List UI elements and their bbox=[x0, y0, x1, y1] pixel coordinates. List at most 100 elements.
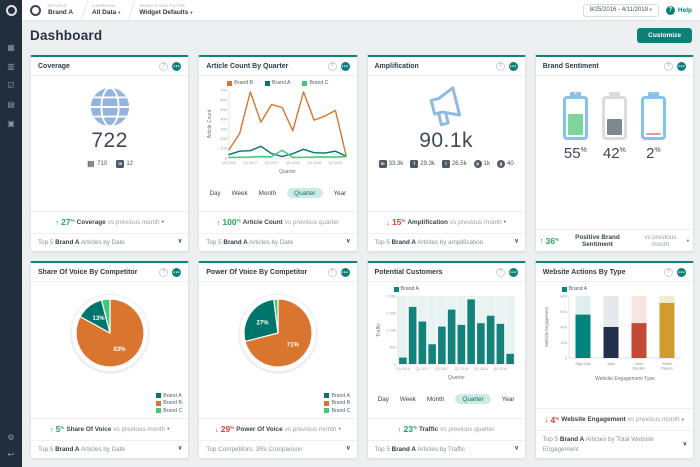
widget-help-icon[interactable]: ? bbox=[664, 62, 673, 71]
widget-power-of-voice: Power Of Voice By Competitor ? ●●● 71%27… bbox=[198, 261, 357, 459]
power-of-voice-footer-link[interactable]: Top Competitors: 3Rs Comparison ∨ bbox=[199, 440, 356, 458]
app-logo-icon bbox=[6, 5, 17, 16]
tab-quarter[interactable]: Quarter bbox=[287, 188, 322, 198]
traffic-trend: ↑ 23% Traffic vs previous quarter bbox=[368, 418, 525, 440]
widget-menu-icon[interactable]: ●●● bbox=[509, 62, 518, 71]
chevron-down-icon[interactable]: ▾ bbox=[687, 238, 689, 244]
coverage-total: 722 bbox=[91, 129, 128, 153]
media-icon[interactable]: ▣ bbox=[7, 120, 15, 128]
tab-day[interactable]: Day bbox=[378, 396, 389, 403]
widget-coverage: Coverage ? ●●● 722 ▤710 in12 bbox=[30, 55, 189, 252]
settings-icon[interactable]: ⚙ bbox=[7, 433, 14, 442]
widget-help-icon[interactable]: ? bbox=[664, 268, 673, 277]
svg-text:Studies: Studies bbox=[633, 367, 646, 371]
chevron-down-icon[interactable]: ▾ bbox=[338, 426, 340, 432]
chart-legend: Brand B Brand A Brand C bbox=[227, 76, 328, 86]
svg-text:1.00k: 1.00k bbox=[386, 327, 396, 332]
tab-week[interactable]: Week bbox=[232, 190, 248, 197]
megaphone-icon bbox=[420, 83, 472, 129]
svg-text:Article Count: Article Count bbox=[207, 109, 213, 138]
coverage-footer-link[interactable]: Top 5 Brand A Articles by Date ∨ bbox=[31, 233, 188, 251]
logout-icon[interactable]: ↩ bbox=[7, 450, 14, 459]
sidebar: ▦ ▥ ☑ ▤ ▣ ⚙ ↩ bbox=[0, 0, 22, 467]
linkedin-icon: in bbox=[116, 160, 124, 168]
tab-day[interactable]: Day bbox=[209, 190, 220, 197]
widget-title: Share Of Voice By Competitor bbox=[38, 269, 155, 276]
tab-year[interactable]: Year bbox=[334, 190, 347, 197]
chevron-down-icon[interactable]: ▾ bbox=[682, 417, 684, 423]
help-icon: ? bbox=[666, 6, 675, 15]
chart-legend: Brand A bbox=[368, 282, 419, 292]
tab-quarter[interactable]: Quarter bbox=[455, 394, 490, 404]
widget-help-icon[interactable]: ? bbox=[328, 62, 337, 71]
expand-icon[interactable]: ∨ bbox=[346, 445, 350, 454]
svg-text:500: 500 bbox=[389, 344, 396, 349]
customize-button[interactable]: Customize bbox=[637, 28, 692, 43]
trend-arrow-icon: ↑ bbox=[55, 218, 59, 227]
divider bbox=[124, 0, 136, 21]
profile-selector[interactable]: PROFILE Brand A bbox=[48, 4, 73, 17]
share-of-voice-footer-link[interactable]: Top 5 Brand A Articles by Date ∨ bbox=[31, 440, 188, 458]
expand-icon[interactable]: ∨ bbox=[346, 238, 350, 247]
linkedin-count: in12 bbox=[116, 160, 133, 168]
widget-help-icon[interactable]: ? bbox=[496, 62, 505, 71]
svg-text:200: 200 bbox=[221, 136, 228, 141]
svg-text:400: 400 bbox=[221, 117, 228, 122]
article-count-footer-link[interactable]: Top 5 Brand A Articles by Date ∨ bbox=[199, 233, 356, 251]
trend-arrow-icon: ↑ bbox=[540, 236, 544, 245]
filter-selector[interactable]: SEARCH AND FILTER Widget Defaults ▾ bbox=[139, 4, 192, 17]
svg-text:300: 300 bbox=[221, 126, 228, 131]
amplification-footer-link[interactable]: Top 5 Brand A Articles by amplification … bbox=[368, 233, 525, 251]
share-of-voice-pie-chart: 83%13% bbox=[67, 290, 153, 376]
svg-text:2.00k: 2.00k bbox=[386, 293, 396, 298]
chevron-down-icon[interactable]: ▾ bbox=[167, 426, 169, 432]
expand-icon[interactable]: ∨ bbox=[514, 445, 518, 454]
widget-menu-icon[interactable]: ●●● bbox=[341, 268, 350, 277]
profile-value: Brand A bbox=[48, 9, 73, 17]
chevron-down-icon: ▾ bbox=[118, 10, 120, 15]
chevron-down-icon[interactable]: ▾ bbox=[504, 219, 506, 225]
positive-sentiment-battery: + 55% bbox=[563, 92, 588, 162]
tab-year[interactable]: Year bbox=[502, 396, 515, 403]
widget-menu-icon[interactable]: ●●● bbox=[677, 268, 686, 277]
dashboards-icon[interactable]: ▥ bbox=[7, 63, 15, 71]
widget-menu-icon[interactable]: ●●● bbox=[677, 62, 686, 71]
campaign-selector[interactable]: CAMPAIGN All Data ▾ bbox=[92, 4, 120, 17]
facebook-count: f29.3k bbox=[410, 160, 435, 168]
linkedin-icon: in bbox=[379, 160, 387, 168]
widget-help-icon[interactable]: ? bbox=[328, 268, 337, 277]
tab-month[interactable]: Month bbox=[259, 190, 277, 197]
expand-icon[interactable]: ∨ bbox=[178, 445, 182, 454]
tab-month[interactable]: Month bbox=[427, 396, 445, 403]
apps-icon[interactable]: ▦ bbox=[7, 44, 15, 52]
widget-menu-icon[interactable]: ●●● bbox=[341, 62, 350, 71]
power-of-voice-pie-chart: 71%27% bbox=[235, 290, 321, 376]
trend-arrow-icon: ↑ bbox=[217, 218, 221, 227]
facebook-icon: f bbox=[410, 160, 418, 168]
power-of-voice-trend: ↓ 29% Power Of Voice vs previous month ▾ bbox=[199, 418, 356, 440]
date-range-picker[interactable]: 8/25/2016 - 4/11/2019 ▾ bbox=[583, 4, 659, 17]
widget-help-icon[interactable]: ? bbox=[159, 62, 168, 71]
widget-menu-icon[interactable]: ●●● bbox=[172, 268, 181, 277]
svg-text:Case: Case bbox=[634, 362, 643, 366]
expand-icon[interactable]: ∨ bbox=[178, 238, 182, 247]
svg-text:600: 600 bbox=[560, 309, 567, 314]
expand-icon[interactable]: ∨ bbox=[514, 238, 518, 247]
svg-text:Q1 2019: Q1 2019 bbox=[493, 367, 507, 371]
svg-text:Q1 2017: Q1 2017 bbox=[415, 367, 429, 371]
widget-menu-icon[interactable]: ●●● bbox=[509, 268, 518, 277]
widget-title: Website Actions By Type bbox=[543, 269, 660, 276]
profile-avatar[interactable] bbox=[30, 5, 41, 16]
tab-week[interactable]: Week bbox=[400, 396, 416, 403]
expand-icon[interactable]: ∨ bbox=[683, 440, 687, 449]
widget-menu-icon[interactable]: ●●● bbox=[172, 62, 181, 71]
widget-help-icon[interactable]: ? bbox=[159, 268, 168, 277]
reports-icon[interactable]: ▤ bbox=[7, 101, 15, 109]
chevron-down-icon[interactable]: ▾ bbox=[162, 219, 164, 225]
widget-help-icon[interactable]: ? bbox=[496, 268, 505, 277]
tasks-icon[interactable]: ☑ bbox=[7, 82, 15, 90]
traffic-footer-link[interactable]: Top 5 Brand A Articles by Traffic ∨ bbox=[368, 440, 525, 458]
svg-text:Q1 2018: Q1 2018 bbox=[454, 367, 468, 371]
website-actions-footer-link[interactable]: Top 5 Brand A Articles by Total Website … bbox=[536, 430, 693, 458]
help-button[interactable]: ? Help bbox=[666, 6, 692, 15]
